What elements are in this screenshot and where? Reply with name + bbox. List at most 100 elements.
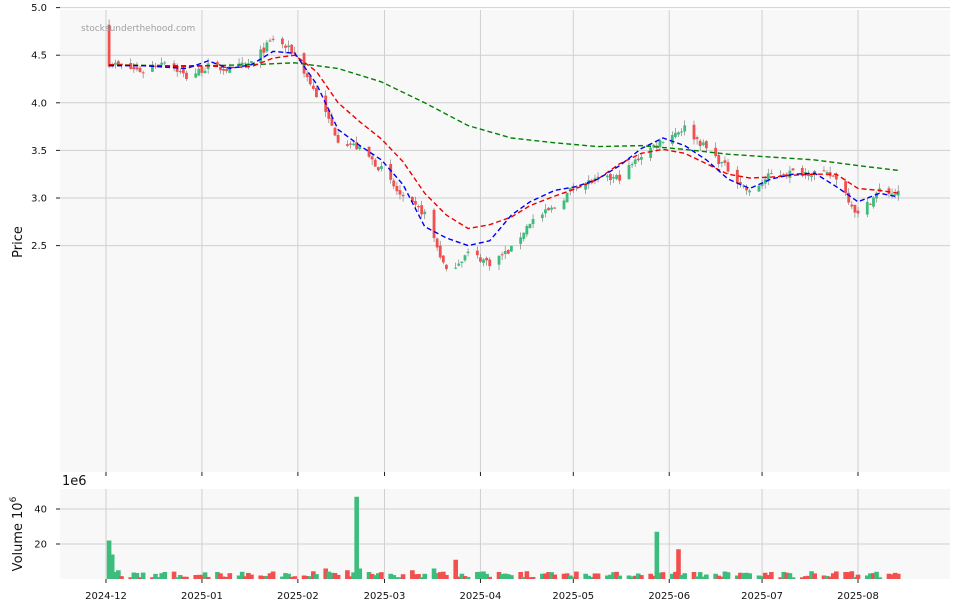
candle-body xyxy=(605,175,609,178)
candle-body xyxy=(565,192,569,203)
candle-body xyxy=(844,181,848,194)
candle-body xyxy=(336,134,340,143)
candle-body xyxy=(333,127,337,136)
candle-body xyxy=(519,237,523,244)
candle-body xyxy=(203,70,207,74)
candle-body xyxy=(714,147,718,157)
candle-body xyxy=(531,219,535,225)
candle-body xyxy=(113,62,117,65)
x-tick-label: 2025-08 xyxy=(837,591,879,602)
candle-body xyxy=(271,38,275,40)
candle-body xyxy=(414,201,417,205)
y-tick-label: 2.5 xyxy=(31,241,47,252)
candle-body xyxy=(612,176,615,179)
candle-body xyxy=(135,67,139,70)
volume-bar xyxy=(725,572,731,579)
candle-body xyxy=(398,190,402,195)
candle-body xyxy=(683,125,687,132)
y-tick-label: 3.0 xyxy=(31,194,47,205)
candle-body xyxy=(308,75,312,85)
candle-body xyxy=(287,45,290,48)
candle-body xyxy=(704,141,708,149)
candle-body xyxy=(674,132,677,137)
candle-body xyxy=(525,225,529,235)
volume-bar xyxy=(314,574,319,579)
candle-body xyxy=(500,254,504,256)
candle-body xyxy=(547,207,550,211)
candle-body xyxy=(850,204,854,207)
candle-body xyxy=(367,146,371,157)
candle-body xyxy=(726,162,730,172)
candle-body xyxy=(677,132,680,135)
candle-body xyxy=(717,154,721,165)
candle-body xyxy=(636,158,640,161)
candle-body xyxy=(160,62,164,65)
candle-body xyxy=(695,137,699,139)
candle-body xyxy=(454,267,458,269)
candle-body xyxy=(194,73,198,78)
candle-body xyxy=(540,214,544,219)
candle-body xyxy=(618,174,622,181)
candle-body xyxy=(528,223,532,229)
volume-bar xyxy=(335,574,341,579)
volume-bar xyxy=(140,572,146,579)
candle-body xyxy=(154,65,157,67)
volume-bar xyxy=(184,576,189,579)
volume-bar xyxy=(292,576,298,579)
candle-body xyxy=(268,40,272,42)
volume-offset-label: 1e6 xyxy=(62,474,87,489)
candle-body xyxy=(138,67,142,72)
candle-body xyxy=(865,201,869,215)
candle-body xyxy=(222,69,225,71)
y-tick-label: 4.5 xyxy=(31,51,47,62)
volume-bar xyxy=(422,573,428,579)
x-tick-label: 2025-03 xyxy=(364,591,406,602)
candle-body xyxy=(460,261,464,263)
volume-panel-background xyxy=(60,489,950,579)
candle-body xyxy=(305,73,309,78)
candle-body xyxy=(395,185,399,192)
y-tick-label: 3.5 xyxy=(31,146,47,157)
candle-body xyxy=(692,124,696,140)
candle-body xyxy=(522,232,526,239)
candle-body xyxy=(370,156,374,160)
candle-body xyxy=(723,160,727,163)
candle-body xyxy=(497,255,501,265)
candle-body xyxy=(441,255,445,263)
candle-body xyxy=(185,72,188,79)
candle-body xyxy=(352,143,355,146)
stock-chart: 2024-12 2025-01 2025-02 2025-03 2025-04 2025-… xyxy=(9,3,950,602)
candle-body xyxy=(475,250,479,256)
x-tick-label: 2025-01 xyxy=(181,591,223,602)
candle-body xyxy=(649,147,653,158)
volume-bar xyxy=(400,574,406,579)
candle-body xyxy=(868,203,872,205)
candle-body xyxy=(116,61,120,65)
candle-body xyxy=(639,157,643,160)
candle-body xyxy=(389,164,393,180)
volume-bar xyxy=(676,549,681,579)
volume-bar xyxy=(812,573,817,579)
volume-bar xyxy=(354,496,359,579)
candle-body xyxy=(853,204,857,213)
candle-body xyxy=(392,180,396,187)
candle-body xyxy=(417,206,420,208)
x-tick-label: 2025-02 xyxy=(277,591,319,602)
volume-bar xyxy=(877,577,882,579)
volume-bar xyxy=(895,573,901,579)
y-tick-label: 5.0 xyxy=(31,3,47,14)
volume-bar xyxy=(617,575,623,579)
volume-bar xyxy=(379,572,384,579)
candle-body xyxy=(872,197,875,207)
volume-bar xyxy=(574,571,579,579)
candle-body xyxy=(698,140,702,147)
candle-body xyxy=(290,44,294,54)
y-tick-label: 4.0 xyxy=(31,98,47,109)
candle-body xyxy=(259,49,263,63)
volume-bar xyxy=(654,531,660,579)
candle-body xyxy=(373,159,377,167)
candle-body xyxy=(757,185,761,192)
candle-body xyxy=(890,193,894,195)
candle-body xyxy=(609,173,612,181)
candle-body xyxy=(488,259,492,267)
